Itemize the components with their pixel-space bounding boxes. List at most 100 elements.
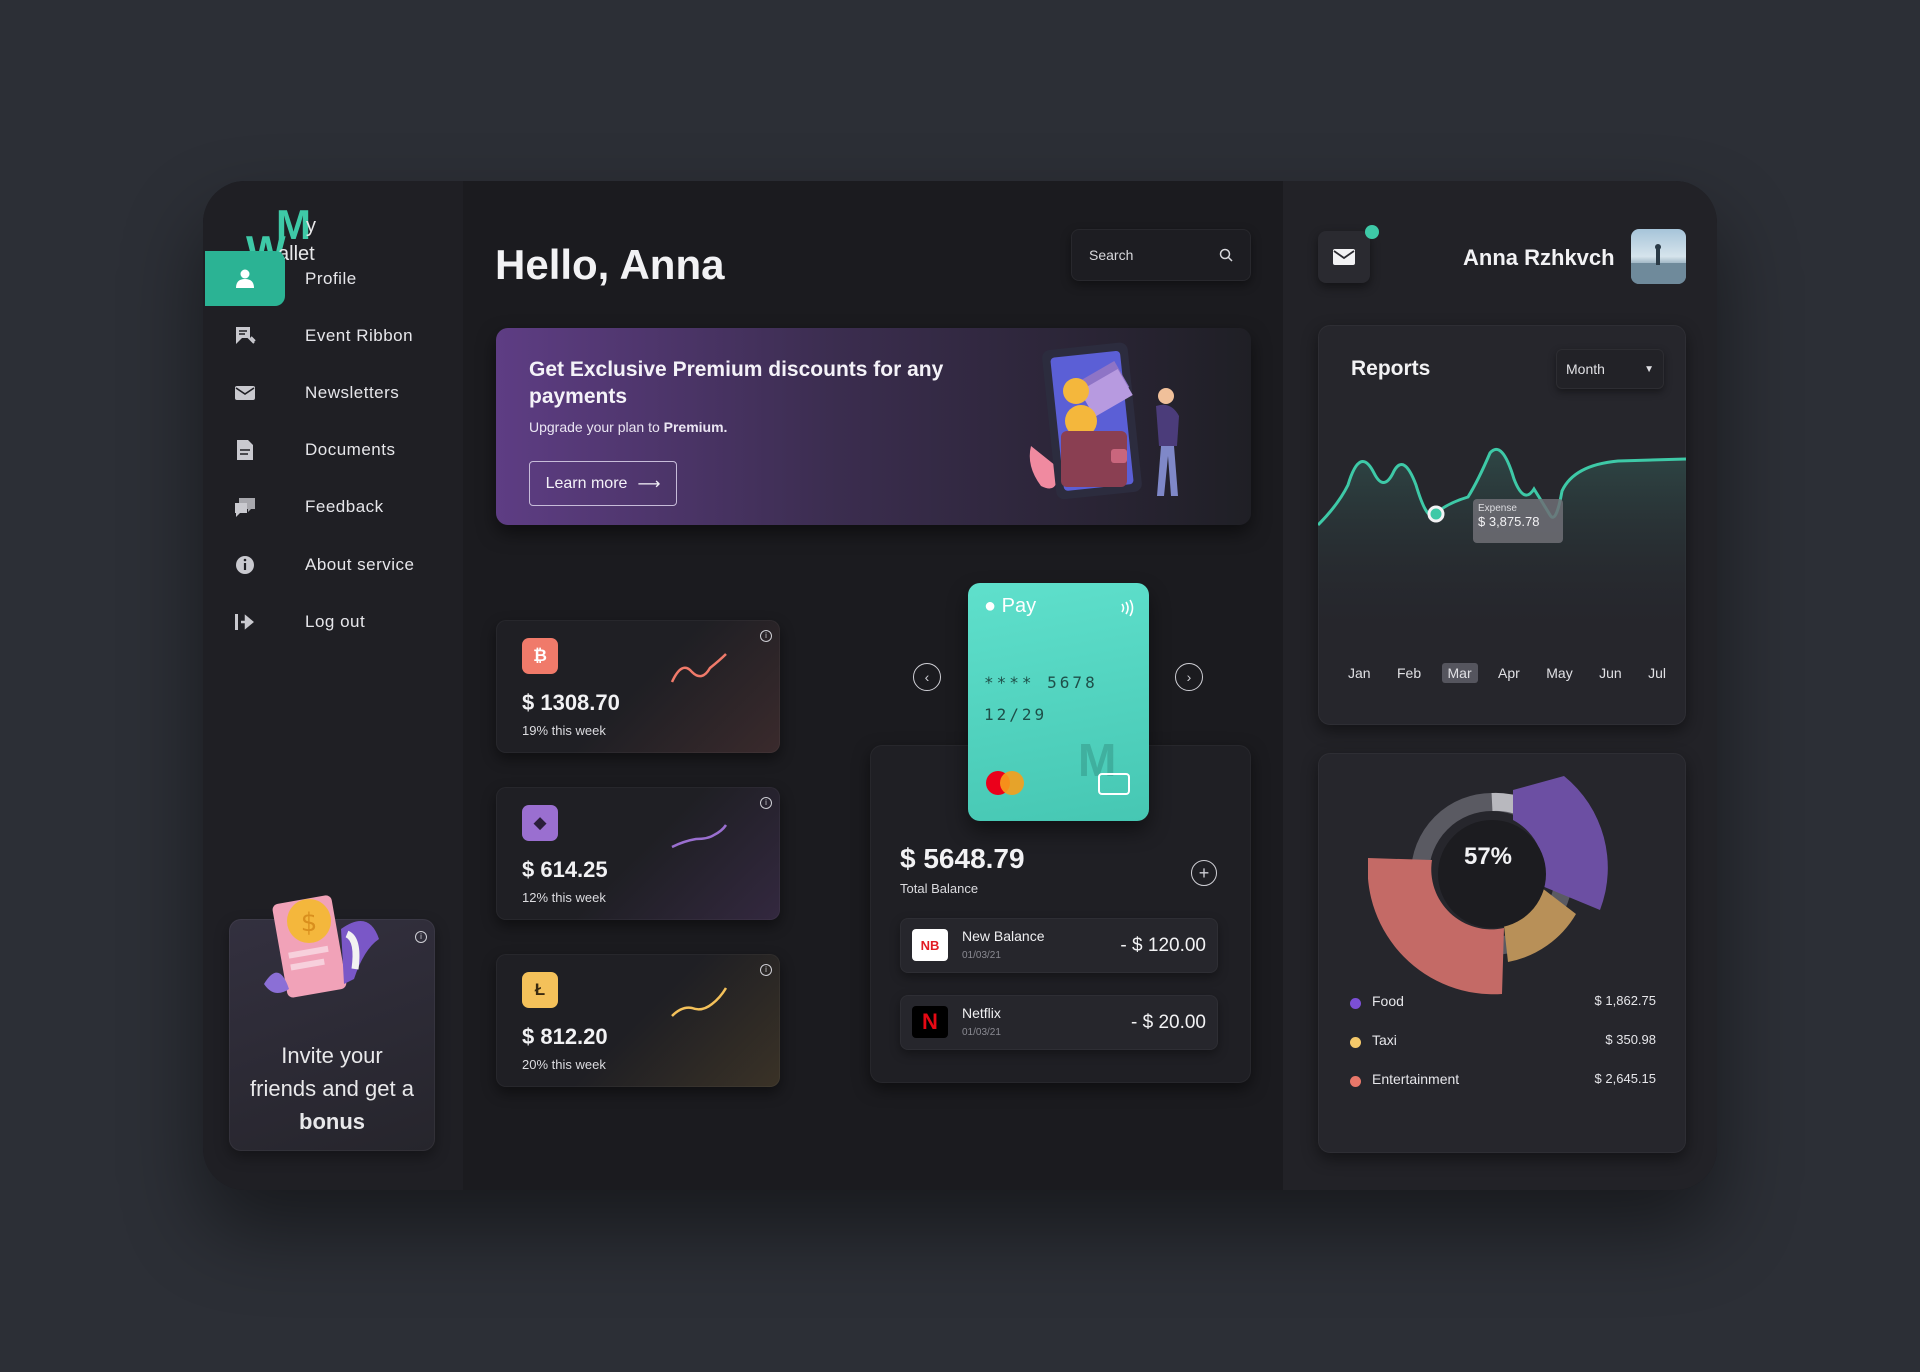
apple-icon: ● [984,595,997,617]
info-icon[interactable]: i [760,964,772,976]
sidebar-item-label: Log out [305,611,366,631]
sidebar-item-newsletters[interactable]: Newsletters [203,365,463,420]
chart-marker[interactable] [1427,505,1445,523]
legend-value: $ 350.98 [1605,1032,1656,1047]
info-icon[interactable]: i [760,797,772,809]
sidebar-item-label: Event Ribbon [305,325,414,345]
main-content: Hello, Anna Search Get Exclusive Premium… [463,181,1283,1190]
reports-panel: Reports Month ▼ Expense $ 3,875.78 Jan F… [1318,325,1686,725]
chevron-left-icon[interactable]: ‹ [913,663,941,691]
legend-dot [1350,1037,1361,1048]
crypto-change: 12% this week [522,890,606,905]
total-balance: $ 5648.79 [900,843,1025,874]
promo-subtitle-text: Upgrade your plan to [529,419,664,435]
contactless-icon [1121,599,1134,617]
bitcoin-icon: ₿ [522,638,558,674]
legend-label: Entertainment [1372,1071,1460,1087]
legend-value: $ 1,862.75 [1594,993,1656,1008]
mail-button[interactable] [1318,231,1370,283]
logo-y: y [306,215,316,237]
legend-label: Food [1372,993,1404,1009]
ethereum-icon: ◆ [522,805,558,841]
chevron-right-icon[interactable]: › [1175,663,1203,691]
learn-more-button[interactable]: Learn more ⟶ [529,461,677,506]
crypto-card-ethereum[interactable]: ◆ i $ 614.25 12% this week [496,787,780,920]
month-tab[interactable]: Feb [1391,663,1427,683]
reports-chart [1318,447,1686,645]
month-axis: Jan Feb Mar Apr May Jun Jul [1342,663,1672,683]
transaction-date: 01/03/21 [962,950,1001,961]
sidebar-item-about-service[interactable]: About service [203,537,463,592]
invite-card[interactable]: i $ Invite your friends and get a bonus [229,895,435,1151]
month-tab[interactable]: Jan [1342,663,1377,683]
month-tab[interactable]: Jul [1642,663,1672,683]
spending-donut [1368,776,1608,995]
transaction-date: 01/03/21 [962,1027,1001,1038]
donut-center-value: 57% [1463,843,1513,870]
invite-illustration: $ [264,895,379,998]
crypto-amount: $ 614.25 [522,857,608,882]
avatar[interactable] [1631,229,1686,284]
crypto-amount: $ 1308.70 [522,690,620,715]
svg-text:$: $ [301,908,318,938]
month-tab[interactable]: Jun [1593,663,1628,683]
trend-line [671,824,728,849]
crypto-change: 19% this week [522,723,606,738]
app-window: M y W allet Profile Event Ribbon Newslet… [203,181,1717,1190]
wallet-illustration [1029,342,1179,500]
transaction-row[interactable]: N Netflix 01/03/21 - $ 20.00 [900,995,1218,1050]
card-expiry: 12/29 [984,705,1048,724]
envelope-icon [205,365,285,420]
search-input[interactable]: Search [1071,229,1251,281]
netflix-logo-icon: N [912,1006,948,1038]
user-icon [205,251,285,306]
payment-card[interactable]: ● Pay **** 5678 12/29 M [968,583,1149,821]
legend-label: Taxi [1372,1032,1397,1048]
invite-text: Invite your friends and get a bonus [229,1039,435,1138]
search-placeholder: Search [1089,247,1134,263]
arrow-right-icon: ⟶ [637,475,661,493]
month-tab[interactable]: May [1540,663,1578,683]
period-select[interactable]: Month ▼ [1556,349,1664,389]
legend-dot [1350,1076,1361,1087]
sidebar-item-label: Feedback [305,496,384,516]
sidebar-item-profile[interactable]: Profile [203,251,463,306]
legend-value: $ 2,645.15 [1594,1071,1656,1086]
spending-panel: 57% Food $ 1,862.75 Taxi $ 350.98 Entert… [1318,753,1686,1153]
trend-line [671,987,728,1017]
sidebar-item-label: Profile [305,268,357,288]
search-icon[interactable] [1219,248,1233,262]
invite-bonus: bonus [299,1109,365,1134]
crypto-card-litecoin[interactable]: Ł i $ 812.20 20% this week [496,954,780,1087]
sidebar-item-event-ribbon[interactable]: Event Ribbon [203,308,463,363]
apple-pay-label: ● Pay [984,595,1036,618]
sidebar-item-documents[interactable]: Documents [203,422,463,477]
notification-dot [1365,225,1379,239]
trend-line [670,653,727,683]
sidebar-item-log-out[interactable]: Log out [203,594,463,649]
legend-item[interactable]: Entertainment $ 2,645.15 [1350,1071,1656,1091]
legend-item[interactable]: Food $ 1,862.75 [1350,993,1656,1013]
crypto-change: 20% this week [522,1057,606,1072]
transaction-row[interactable]: NB New Balance 01/03/21 - $ 120.00 [900,918,1218,973]
chart-tooltip: Expense $ 3,875.78 [1473,499,1563,543]
invite-line-2: friends and get a [250,1076,414,1101]
month-tab[interactable]: Apr [1492,663,1526,683]
caret-down-icon: ▼ [1644,363,1654,375]
sidebar-item-feedback[interactable]: Feedback [203,479,463,534]
transaction-name: New Balance [962,928,1045,944]
info-icon[interactable]: i [415,931,427,943]
total-balance-label: Total Balance [900,881,979,896]
month-tab-selected[interactable]: Mar [1441,663,1478,683]
legend-dot [1350,998,1361,1009]
crypto-card-bitcoin[interactable]: ₿ i $ 1308.70 19% this week [496,620,780,753]
promo-title: Get Exclusive Premium discounts for any … [529,358,944,408]
tooltip-value: $ 3,875.78 [1478,514,1540,529]
legend-item[interactable]: Taxi $ 350.98 [1350,1032,1656,1052]
reports-title: Reports [1351,357,1431,380]
user-name[interactable]: Anna Rzhkvch [1463,245,1615,271]
card-chip-icon [1098,773,1130,795]
info-icon[interactable]: i [760,630,772,642]
add-button[interactable]: + [1191,860,1217,886]
invite-line-1: Invite your [281,1043,383,1068]
